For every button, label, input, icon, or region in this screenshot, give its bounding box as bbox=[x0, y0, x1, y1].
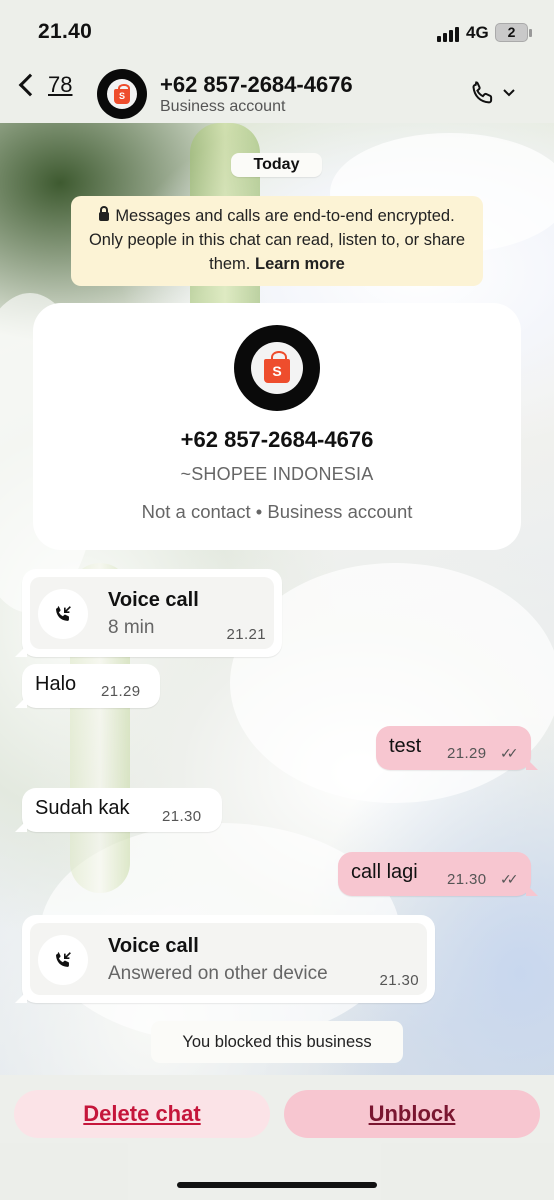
message-text: Sudah kak bbox=[35, 797, 130, 819]
profile-avatar: S bbox=[234, 325, 320, 411]
message-time: 21.30 bbox=[162, 808, 202, 825]
message-time: 21.29 bbox=[101, 683, 141, 700]
profile-phone: +62 857-2684-4676 bbox=[180, 427, 374, 452]
blocked-actions-bar: Delete chat Unblock bbox=[0, 1075, 554, 1200]
chat-header: 78 S +62 857-2684-4676 Business account bbox=[0, 66, 554, 123]
avatar[interactable]: S bbox=[97, 69, 147, 119]
double-check-icon: ✓✓ bbox=[500, 745, 519, 761]
message-time: 21.30 bbox=[379, 972, 419, 989]
call-button[interactable] bbox=[468, 78, 516, 108]
outgoing-message[interactable]: test 21.29 ✓✓ bbox=[376, 726, 538, 770]
call-title: Voice call bbox=[108, 935, 199, 957]
message-text: call lagi bbox=[351, 861, 418, 883]
message-time: 21.21 bbox=[226, 626, 266, 643]
back-chevron-icon bbox=[18, 73, 42, 97]
message-time: 21.30 bbox=[447, 871, 487, 888]
home-indicator[interactable] bbox=[177, 1182, 377, 1188]
call-title: Voice call bbox=[108, 589, 199, 611]
learn-more-link[interactable]: Learn more bbox=[255, 255, 345, 273]
shopee-bag-icon: S bbox=[264, 351, 290, 383]
chevron-down-icon bbox=[503, 89, 515, 97]
contact-name[interactable]: +62 857-2684-4676 bbox=[160, 72, 353, 98]
business-profile-card[interactable]: S +62 857-2684-4676 ~SHOPEE INDONESIA No… bbox=[33, 303, 521, 550]
voice-call-message[interactable]: Voice call Answered on other device 21.3… bbox=[15, 915, 435, 1003]
status-bar: 21.40 4G 2 bbox=[0, 0, 554, 66]
call-status: Answered on other device bbox=[108, 963, 328, 984]
date-chip: Today bbox=[231, 153, 322, 177]
double-check-icon: ✓✓ bbox=[500, 871, 519, 887]
profile-status: Not a contact • Business account bbox=[141, 501, 413, 522]
network-type: 4G bbox=[466, 23, 489, 42]
battery-icon: 2 bbox=[495, 23, 532, 42]
incoming-call-icon bbox=[38, 589, 88, 639]
incoming-message[interactable]: Sudah kak 21.30 bbox=[15, 788, 222, 832]
unread-count: 78 bbox=[48, 72, 73, 97]
status-time: 21.40 bbox=[38, 20, 93, 43]
incoming-message[interactable]: Halo 21.29 bbox=[15, 664, 160, 708]
contact-subtitle: Business account bbox=[160, 98, 286, 115]
incoming-call-icon bbox=[38, 935, 88, 985]
profile-name: ~SHOPEE INDONESIA bbox=[180, 464, 374, 484]
call-duration: 8 min bbox=[108, 617, 155, 638]
lock-icon bbox=[99, 206, 110, 221]
message-text: test bbox=[389, 735, 422, 757]
shopee-bag-icon: S bbox=[114, 83, 130, 104]
outgoing-message[interactable]: call lagi 21.30 ✓✓ bbox=[338, 852, 538, 896]
message-time: 21.29 bbox=[447, 745, 487, 762]
message-text: Halo bbox=[35, 673, 77, 695]
voice-call-message[interactable]: Voice call 8 min 21.21 bbox=[15, 569, 282, 657]
phone-icon bbox=[472, 81, 493, 104]
signal-icon bbox=[437, 27, 459, 42]
unblock-button[interactable]: Unblock bbox=[284, 1090, 540, 1138]
delete-chat-button[interactable]: Delete chat bbox=[14, 1090, 270, 1138]
encryption-notice[interactable]: Messages and calls are end-to-end encryp… bbox=[71, 196, 483, 286]
battery-level: 2 bbox=[507, 24, 516, 40]
blocked-notice: You blocked this business bbox=[151, 1021, 403, 1063]
back-button[interactable]: 78 bbox=[14, 72, 72, 98]
